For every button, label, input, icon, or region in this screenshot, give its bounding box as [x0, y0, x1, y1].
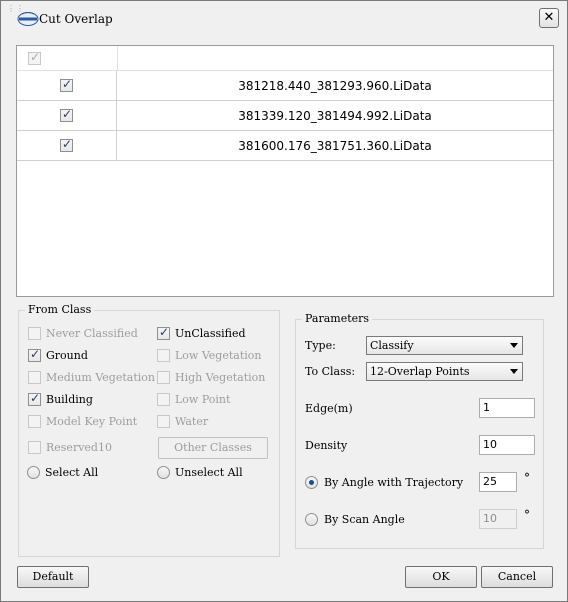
type-label: Type: [305, 339, 336, 352]
drag-grip-icon[interactable]: ⋮⋮ [7, 5, 24, 15]
lidar-logo-icon [17, 12, 39, 26]
default-button[interactable]: Default [17, 566, 89, 588]
other-classes-button[interactable]: Other Classes [158, 437, 268, 459]
ground-checkbox[interactable] [28, 347, 41, 362]
model-key-point-label: Model Key Point [46, 415, 138, 428]
select-all-label: Select All [45, 466, 99, 479]
ground-label: Ground [46, 349, 88, 362]
row-check-cell [17, 71, 117, 100]
to-class-label: To Class: [305, 365, 356, 378]
select-all-radio[interactable] [27, 466, 40, 479]
chevron-down-icon [510, 343, 518, 348]
row-checkbox[interactable] [60, 107, 73, 122]
file-name: 381600.176_381751.360.LiData [238, 139, 432, 153]
high-vegetation-checkbox[interactable] [157, 371, 170, 384]
never-classified-checkbox[interactable] [28, 327, 41, 340]
to-class-value: 12-Overlap Points [370, 365, 470, 378]
water-label: Water [175, 415, 209, 428]
reserved10-checkbox[interactable] [28, 441, 41, 454]
unclassified-label: UnClassified [175, 327, 246, 340]
from-class-group: From Class Never Classified Ground Mediu… [18, 303, 280, 557]
row-checkbox[interactable] [60, 137, 73, 152]
building-label: Building [46, 393, 93, 406]
unclassified-checkbox[interactable] [157, 325, 170, 340]
close-button[interactable]: ✕ [539, 8, 559, 28]
table-row[interactable]: 381218.440_381293.960.LiData [17, 71, 553, 101]
file-name: 381339.120_381494.992.LiData [238, 109, 432, 123]
from-class-title: From Class [25, 303, 95, 316]
angle-trajectory-label: By Angle with Trajectory [324, 476, 464, 489]
building-checkbox[interactable] [28, 391, 41, 406]
row-checkbox[interactable] [60, 77, 73, 92]
table-header [17, 46, 553, 71]
high-vegetation-label: High Vegetation [175, 371, 266, 384]
density-input[interactable]: 10 [479, 435, 535, 455]
edge-input[interactable]: 1 [479, 398, 535, 418]
row-check-cell [17, 131, 117, 160]
water-checkbox[interactable] [157, 415, 170, 428]
scan-angle-label: By Scan Angle [324, 513, 405, 526]
low-vegetation-checkbox[interactable] [157, 349, 170, 362]
model-key-point-checkbox[interactable] [28, 415, 41, 428]
to-class-select[interactable]: 12-Overlap Points [366, 362, 523, 381]
edge-label: Edge(m) [305, 402, 353, 415]
degree-unit: ° [524, 471, 530, 485]
never-classified-label: Never Classified [46, 327, 138, 340]
low-point-label: Low Point [175, 393, 231, 406]
title-bar: ⋮⋮ Cut Overlap ✕ [1, 1, 567, 35]
density-label: Density [305, 439, 348, 452]
close-icon: ✕ [543, 10, 555, 25]
column-divider [117, 46, 118, 71]
low-point-checkbox[interactable] [157, 393, 170, 406]
low-vegetation-label: Low Vegetation [175, 349, 262, 362]
chevron-down-icon [510, 369, 518, 374]
scan-angle-input[interactable]: 10 [479, 509, 517, 529]
reserved10-label: Reserved10 [46, 441, 112, 454]
table-row[interactable]: 381339.120_381494.992.LiData [17, 101, 553, 131]
parameters-group: Parameters Type: Classify To Class: 12-O… [295, 312, 544, 549]
unselect-all-label: Unselect All [175, 466, 243, 479]
file-table: 381218.440_381293.960.LiData 381339.120_… [16, 45, 554, 297]
medium-vegetation-label: Medium Vegetation [46, 371, 155, 384]
file-name: 381218.440_381293.960.LiData [238, 79, 432, 93]
parameters-title: Parameters [302, 312, 373, 325]
cut-overlap-dialog: ⋮⋮ Cut Overlap ✕ 381218.440_381293.960.L… [0, 0, 568, 602]
unselect-all-radio[interactable] [157, 466, 170, 479]
angle-trajectory-radio[interactable] [305, 476, 318, 489]
cancel-button[interactable]: Cancel [481, 566, 553, 588]
scan-angle-radio[interactable] [305, 513, 318, 526]
row-check-cell [17, 101, 117, 130]
type-select[interactable]: Classify [366, 336, 523, 355]
select-all-files-checkbox[interactable] [28, 50, 41, 65]
type-value: Classify [370, 339, 414, 352]
degree-unit: ° [524, 508, 530, 522]
medium-vegetation-checkbox[interactable] [28, 371, 41, 384]
ok-button[interactable]: OK [405, 566, 477, 588]
table-row[interactable]: 381600.176_381751.360.LiData [17, 131, 553, 161]
angle-trajectory-input[interactable]: 25 [479, 472, 517, 492]
window-title: Cut Overlap [39, 12, 113, 26]
